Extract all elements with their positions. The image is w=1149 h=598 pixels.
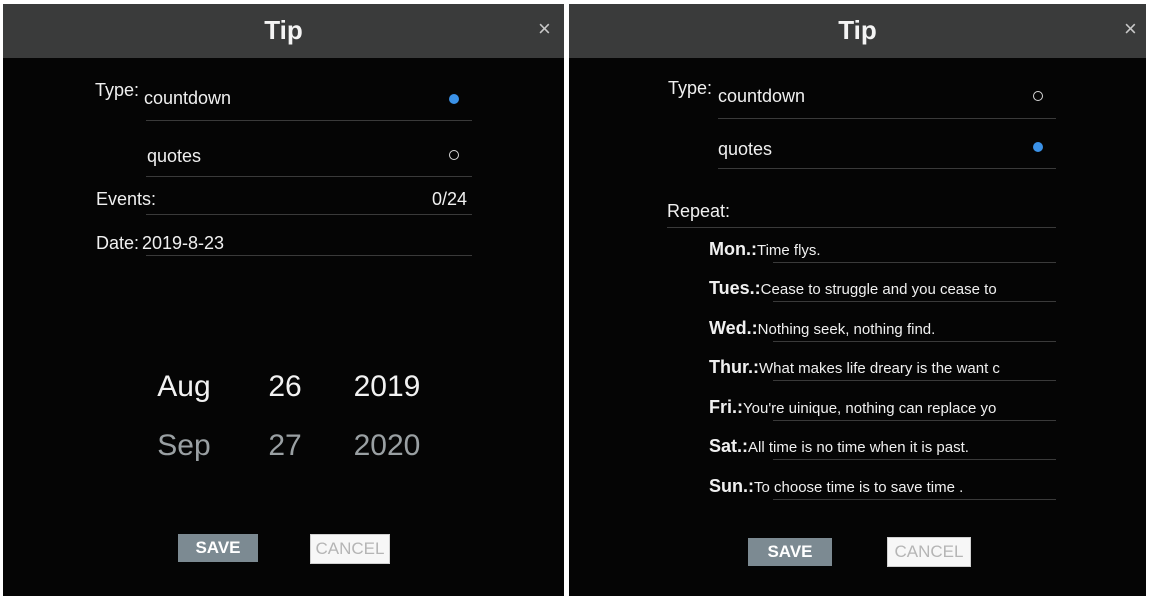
day-quote: Cease to struggle and you cease to [760, 281, 997, 298]
day-label: Sat.: [709, 436, 749, 456]
divider [146, 176, 472, 177]
repeat-row-tue[interactable]: Tues.:Cease to struggle and you cease to [709, 278, 1059, 299]
day-label: Sun.: [709, 476, 754, 496]
countdown-tip-dialog: Tip × Type: countdown quotes Events: 0/2… [3, 4, 564, 596]
picker-year-next[interactable]: 2020 [347, 429, 427, 463]
divider [718, 118, 1056, 119]
quotes-tip-dialog: Tip × Type: countdown quotes Repeat: Mon… [569, 4, 1146, 596]
save-button[interactable]: SAVE [748, 538, 832, 566]
repeat-row-sun[interactable]: Sun.:To choose time is to save time . [709, 476, 1059, 497]
divider [718, 168, 1056, 169]
picker-year-selected[interactable]: 2019 [347, 370, 427, 404]
day-label: Fri.: [709, 397, 743, 417]
dialog-titlebar: Tip × [3, 4, 564, 58]
day-label: Thur.: [709, 357, 759, 377]
date-label: Date: [96, 233, 140, 253]
day-quote: All time is no time when it is past. [748, 439, 969, 456]
dialog-titlebar: Tip × [569, 4, 1146, 58]
option-countdown[interactable]: countdown [144, 88, 231, 109]
dialog-title: Tip [838, 15, 877, 45]
picker-month-selected[interactable]: Aug [153, 370, 215, 404]
radio-countdown-icon[interactable] [1033, 91, 1043, 101]
day-label: Tues.: [709, 278, 761, 298]
divider [667, 227, 1056, 228]
cancel-button[interactable]: CANCEL [887, 537, 971, 567]
option-quotes[interactable]: quotes [147, 146, 201, 167]
divider [773, 380, 1056, 381]
close-icon[interactable]: × [538, 16, 551, 42]
divider [773, 420, 1056, 421]
day-label: Wed.: [709, 318, 758, 338]
repeat-row-sat[interactable]: Sat.:All time is no time when it is past… [709, 436, 1059, 457]
option-countdown[interactable]: countdown [718, 86, 805, 107]
type-label: Type: [668, 78, 713, 98]
radio-quotes-icon[interactable] [449, 150, 459, 160]
close-icon[interactable]: × [1124, 16, 1137, 42]
day-quote: Time flys. [756, 242, 821, 259]
radio-countdown-icon[interactable] [449, 94, 459, 104]
divider [773, 499, 1056, 500]
dialog-title: Tip [264, 15, 303, 45]
divider [773, 301, 1056, 302]
divider [773, 262, 1056, 263]
date-value[interactable]: 2019-8-23 [142, 233, 224, 254]
day-quote: Nothing seek, nothing find. [757, 321, 936, 338]
divider [146, 255, 472, 256]
divider [146, 120, 472, 121]
events-count: 0/24 [432, 189, 468, 209]
repeat-row-fri[interactable]: Fri.:You're uinique, nothing can replace… [709, 397, 1059, 418]
repeat-label: Repeat: [667, 201, 731, 221]
picker-day-selected[interactable]: 26 [263, 370, 307, 404]
day-label: Mon.: [709, 239, 757, 259]
cancel-button[interactable]: CANCEL [310, 534, 390, 564]
type-label: Type: [95, 80, 140, 100]
repeat-row-thu[interactable]: Thur.:What makes life dreary is the want… [709, 357, 1059, 378]
radio-quotes-icon[interactable] [1033, 142, 1043, 152]
events-label: Events: [96, 189, 157, 209]
day-quote: To choose time is to save time . [754, 479, 964, 496]
events-input-line[interactable] [146, 214, 472, 215]
day-quote: What makes life dreary is the want c [759, 360, 1000, 377]
picker-month-next[interactable]: Sep [153, 429, 215, 463]
day-quote: You're uinique, nothing can replace yo [743, 400, 997, 417]
option-quotes[interactable]: quotes [718, 139, 772, 160]
picker-day-next[interactable]: 27 [263, 429, 307, 463]
repeat-row-mon[interactable]: Mon.:Time flys. [709, 239, 1059, 260]
save-button[interactable]: SAVE [178, 534, 258, 562]
repeat-row-wed[interactable]: Wed.:Nothing seek, nothing find. [709, 318, 1059, 339]
divider [773, 341, 1056, 342]
divider [773, 459, 1056, 460]
